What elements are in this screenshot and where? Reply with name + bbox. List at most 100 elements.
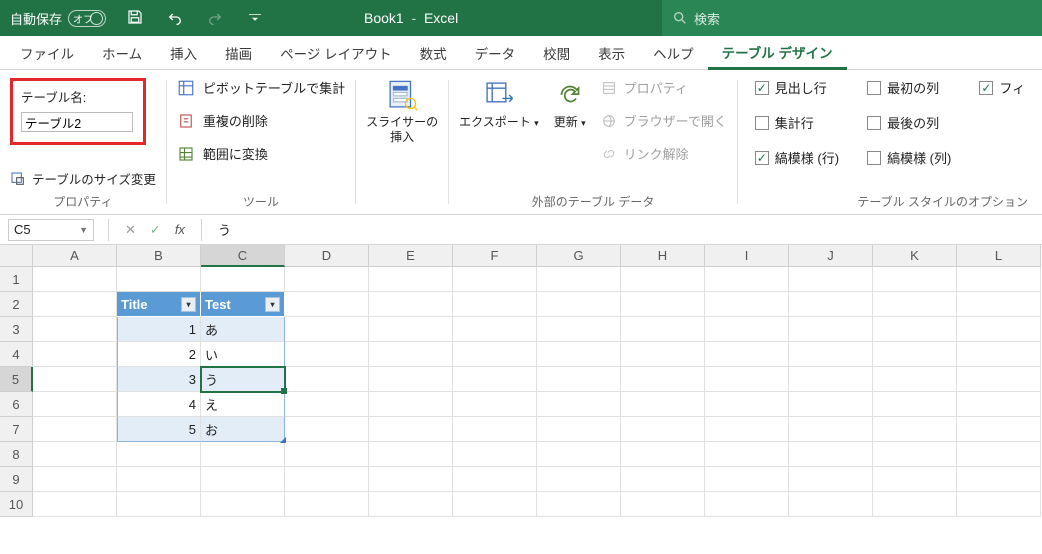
cell-L10[interactable] (957, 492, 1041, 517)
cell-E3[interactable] (369, 317, 453, 342)
cell-E4[interactable] (369, 342, 453, 367)
check-total-row[interactable]: 集計行 (755, 113, 839, 132)
check-banded-columns[interactable]: 縞模様 (列) (867, 148, 951, 167)
name-box[interactable]: C5▼ (8, 219, 94, 241)
col-header-A[interactable]: A (33, 245, 117, 267)
cell-J6[interactable] (789, 392, 873, 417)
insert-slicer-button[interactable]: スライサーの 挿入 (366, 78, 438, 145)
col-header-C[interactable]: C (201, 245, 285, 267)
cell-B7[interactable]: 5 (117, 417, 201, 442)
cell-E5[interactable] (369, 367, 453, 392)
cell-I4[interactable] (705, 342, 789, 367)
cell-E6[interactable] (369, 392, 453, 417)
tab-テーブル デザイン[interactable]: テーブル デザイン (708, 37, 847, 70)
cell-F6[interactable] (453, 392, 537, 417)
cell-L4[interactable] (957, 342, 1041, 367)
cell-A6[interactable] (33, 392, 117, 417)
cell-K8[interactable] (873, 442, 957, 467)
check-filter-button[interactable]: フィ (979, 78, 1025, 97)
cell-H4[interactable] (621, 342, 705, 367)
cell-F8[interactable] (453, 442, 537, 467)
cell-G8[interactable] (537, 442, 621, 467)
cell-B10[interactable] (117, 492, 201, 517)
tab-ファイル[interactable]: ファイル (6, 36, 88, 69)
cell-J10[interactable] (789, 492, 873, 517)
cell-K2[interactable] (873, 292, 957, 317)
select-all-corner[interactable] (0, 245, 33, 267)
cell-L9[interactable] (957, 467, 1041, 492)
row-header-7[interactable]: 7 (0, 417, 33, 442)
cancel-icon[interactable]: ✕ (125, 222, 136, 238)
spreadsheet-grid[interactable]: 12345678910 ABCDEFGHIJKL Title▾Test▾1あ2い… (0, 245, 1042, 517)
cell-B1[interactable] (117, 267, 201, 292)
cell-J7[interactable] (789, 417, 873, 442)
cell-L8[interactable] (957, 442, 1041, 467)
export-button[interactable]: エクスポート ▾ (459, 78, 539, 130)
cell-I8[interactable] (705, 442, 789, 467)
col-header-G[interactable]: G (537, 245, 621, 267)
tab-描画[interactable]: 描画 (211, 36, 266, 69)
cell-J1[interactable] (789, 267, 873, 292)
cell-L5[interactable] (957, 367, 1041, 392)
row-header-3[interactable]: 3 (0, 317, 33, 342)
cell-H5[interactable] (621, 367, 705, 392)
col-header-F[interactable]: F (453, 245, 537, 267)
cell-D9[interactable] (285, 467, 369, 492)
cell-I9[interactable] (705, 467, 789, 492)
cell-C7[interactable]: お (201, 417, 285, 442)
row-header-2[interactable]: 2 (0, 292, 33, 317)
cell-D10[interactable] (285, 492, 369, 517)
col-header-B[interactable]: B (117, 245, 201, 267)
undo-icon[interactable] (166, 8, 184, 29)
cell-G1[interactable] (537, 267, 621, 292)
enter-icon[interactable]: ✓ (150, 222, 161, 238)
cell-F10[interactable] (453, 492, 537, 517)
cell-C8[interactable] (201, 442, 285, 467)
cell-J9[interactable] (789, 467, 873, 492)
check-header-row[interactable]: 見出し行 (755, 78, 839, 97)
cell-B2[interactable]: Title▾ (117, 292, 201, 317)
check-last-column[interactable]: 最後の列 (867, 113, 951, 132)
cell-C4[interactable]: い (201, 342, 285, 367)
cell-J8[interactable] (789, 442, 873, 467)
cell-I7[interactable] (705, 417, 789, 442)
cell-C2[interactable]: Test▾ (201, 292, 285, 317)
row-header-4[interactable]: 4 (0, 342, 33, 367)
col-header-D[interactable]: D (285, 245, 369, 267)
cell-D1[interactable] (285, 267, 369, 292)
tab-校閲[interactable]: 校閲 (529, 36, 584, 69)
cell-G6[interactable] (537, 392, 621, 417)
cell-A2[interactable] (33, 292, 117, 317)
row-header-5[interactable]: 5 (0, 367, 33, 392)
cell-B5[interactable]: 3 (117, 367, 201, 392)
cell-B4[interactable]: 2 (117, 342, 201, 367)
cell-E9[interactable] (369, 467, 453, 492)
cell-D4[interactable] (285, 342, 369, 367)
check-banded-rows[interactable]: 縞模様 (行) (755, 148, 839, 167)
cell-J3[interactable] (789, 317, 873, 342)
check-first-column[interactable]: 最初の列 (867, 78, 951, 97)
cell-F2[interactable] (453, 292, 537, 317)
tab-ホーム[interactable]: ホーム (88, 36, 156, 69)
autosave-toggle[interactable]: 自動保存 オフ (10, 9, 106, 28)
tab-データ[interactable]: データ (461, 36, 530, 69)
cell-D7[interactable] (285, 417, 369, 442)
filter-dropdown-icon[interactable]: ▾ (181, 297, 196, 312)
cell-A5[interactable] (33, 367, 117, 392)
cell-D2[interactable] (285, 292, 369, 317)
cell-K5[interactable] (873, 367, 957, 392)
cell-H1[interactable] (621, 267, 705, 292)
cell-H9[interactable] (621, 467, 705, 492)
cell-I5[interactable] (705, 367, 789, 392)
cell-G9[interactable] (537, 467, 621, 492)
cell-E7[interactable] (369, 417, 453, 442)
cell-G2[interactable] (537, 292, 621, 317)
cell-J4[interactable] (789, 342, 873, 367)
resize-table-button[interactable]: テーブルのサイズ変更 (10, 169, 156, 188)
cell-F1[interactable] (453, 267, 537, 292)
cell-L3[interactable] (957, 317, 1041, 342)
cell-C3[interactable]: あ (201, 317, 285, 342)
col-header-K[interactable]: K (873, 245, 957, 267)
col-header-L[interactable]: L (957, 245, 1041, 267)
cell-K4[interactable] (873, 342, 957, 367)
